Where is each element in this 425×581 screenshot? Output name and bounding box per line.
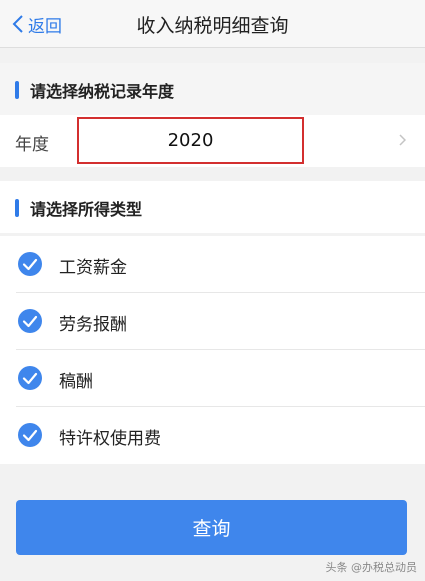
income-section-title: 请选择所得类型 [30, 200, 143, 219]
year-value-box[interactable]: 2020 [77, 117, 304, 164]
page: 返回 收入纳税明细查询 请选择纳税记录年度 年度 2020 请选择所得类型 工资… [0, 0, 425, 581]
year-selector-row[interactable]: 年度 2020 [0, 115, 425, 167]
checkmark-circle-icon[interactable] [17, 251, 43, 277]
income-type-item[interactable]: 工资薪金 [0, 236, 425, 293]
income-type-list: 工资薪金 劳务报酬 稿酬 特许权使用费 [0, 236, 425, 464]
section-accent-bar [15, 81, 19, 99]
nav-bar: 返回 收入纳税明细查询 [0, 0, 425, 48]
checkmark-circle-icon[interactable] [17, 422, 43, 448]
year-label: 年度 [15, 135, 49, 155]
section-accent-bar [15, 199, 19, 217]
income-type-item[interactable]: 特许权使用费 [0, 407, 425, 464]
year-section-title: 请选择纳税记录年度 [30, 82, 175, 101]
checkmark-circle-icon[interactable] [17, 308, 43, 334]
income-type-label: 劳务报酬 [59, 315, 127, 335]
watermark: 头条 @办税总动员 [325, 561, 418, 574]
chevron-right-icon [399, 134, 406, 146]
income-type-item[interactable]: 稿酬 [0, 350, 425, 407]
checkmark-circle-icon[interactable] [17, 365, 43, 391]
year-section-header: 请选择纳税记录年度 [0, 63, 425, 115]
query-button[interactable]: 查询 [16, 500, 407, 555]
income-type-label: 工资薪金 [59, 258, 127, 278]
income-section-header: 请选择所得类型 [0, 181, 425, 233]
page-title: 收入纳税明细查询 [136, 15, 289, 37]
income-type-label: 特许权使用费 [59, 429, 161, 449]
income-type-item[interactable]: 劳务报酬 [0, 293, 425, 350]
year-value: 2020 [167, 130, 214, 151]
income-type-label: 稿酬 [59, 372, 93, 392]
